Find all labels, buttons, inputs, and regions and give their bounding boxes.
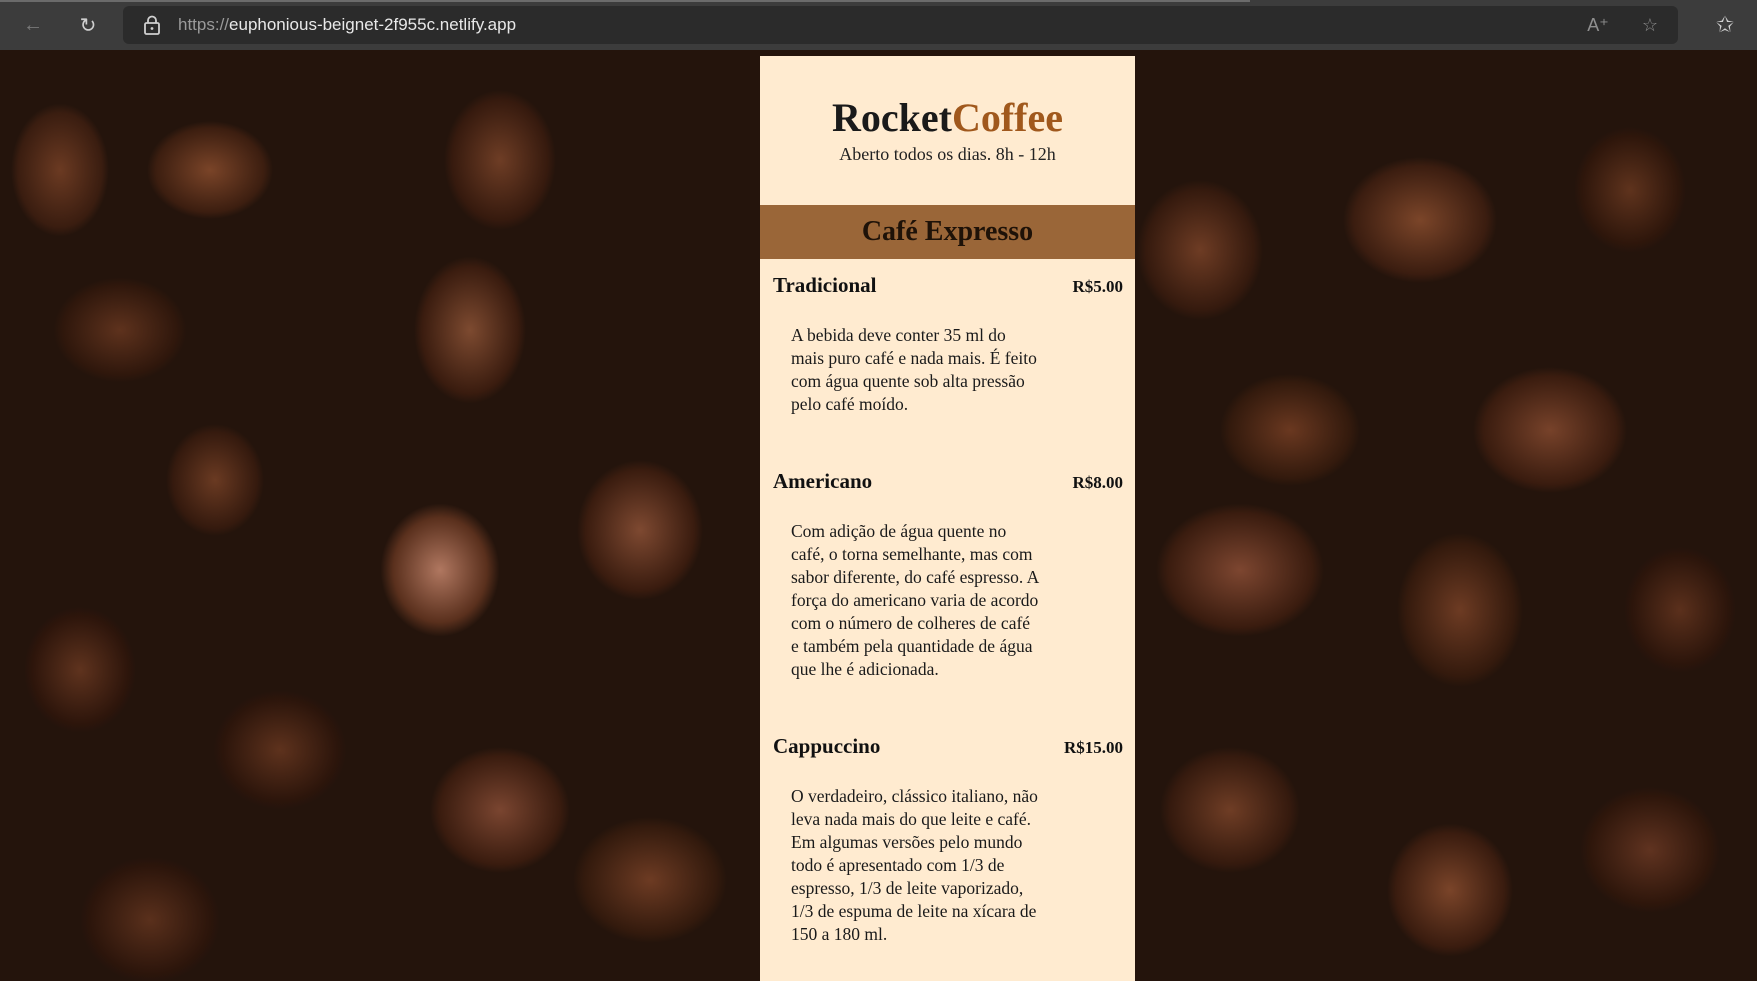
add-favorite-icon[interactable]: ☆	[1636, 11, 1664, 39]
brand-title: RocketCoffee	[760, 96, 1135, 140]
item-name: Tradicional	[773, 273, 877, 297]
item-price: R$8.00	[1072, 473, 1123, 492]
lock-icon[interactable]	[143, 15, 161, 35]
brand-name-part1: Rocket	[831, 95, 952, 140]
browser-toolbar: ← ↻ https://euphonious-beignet-2f955c.ne…	[0, 0, 1757, 50]
menu-item: Cappuccino R$15.00 O verdadeiro, clássic…	[760, 734, 1135, 946]
url-text[interactable]: https://euphonious-beignet-2f955c.netlif…	[178, 15, 516, 35]
menu-item: Tradicional R$5.00 A bebida deve conter …	[760, 273, 1135, 416]
item-price: R$5.00	[1072, 277, 1123, 296]
brand-name-part2: Coffee	[951, 95, 1063, 140]
section-title: Café Expresso	[760, 205, 1135, 259]
item-description: A bebida deve conter 35 ml do mais puro …	[791, 325, 1037, 414]
item-name: Americano	[773, 469, 873, 493]
item-description: O verdadeiro, clássico italiano, não lev…	[791, 786, 1038, 944]
favorites-icon[interactable]: ✩	[1709, 9, 1741, 41]
read-aloud-icon[interactable]: A⁺	[1584, 11, 1612, 39]
address-bar[interactable]: https://euphonious-beignet-2f955c.netlif…	[123, 6, 1678, 44]
url-host: euphonious-beignet-2f955c.netlify.app	[229, 15, 517, 34]
loading-progress-bar	[0, 0, 1250, 2]
item-name: Cappuccino	[773, 734, 881, 758]
url-protocol: https://	[178, 15, 230, 34]
item-price: R$15.00	[1063, 738, 1123, 757]
menu-panel: RocketCoffee Aberto todos os dias. 8h - …	[760, 56, 1135, 981]
back-icon[interactable]: ←	[17, 9, 49, 41]
opening-hours: Aberto todos os dias. 8h - 12h	[839, 144, 1056, 164]
reload-icon[interactable]: ↻	[72, 9, 104, 41]
menu-item: Americano R$8.00 Com adição de água quen…	[760, 469, 1135, 681]
item-description: Com adição de água quente no café, o tor…	[791, 521, 1039, 679]
